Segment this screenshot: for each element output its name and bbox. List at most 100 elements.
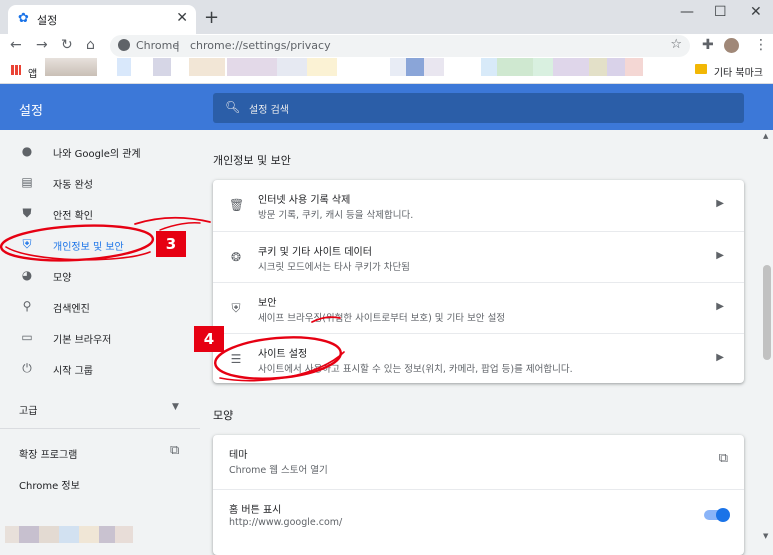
sidebar-item-label: 기본 브라우저: [53, 335, 112, 346]
shield-icon: ⛨: [22, 237, 32, 251]
sidebar-advanced-toggle[interactable]: 고급: [19, 402, 37, 417]
url-text: chrome://settings/privacy: [190, 39, 331, 52]
chevron-right-icon: ▶: [716, 301, 724, 312]
settings-header: 설정 🔍︎ 설정 검색: [0, 84, 773, 130]
step-3-badge: 3: [156, 231, 186, 257]
sidebar-item-label: 검색엔진: [53, 304, 90, 315]
avatar[interactable]: [724, 38, 739, 53]
close-tab-icon[interactable]: ✕: [176, 10, 188, 26]
back-button[interactable]: ←: [10, 37, 22, 53]
address-bar[interactable]: Chrome | chrome://settings/privacy ☆: [110, 35, 690, 57]
shield-check-icon: ⛊: [22, 206, 32, 220]
apps-shortcut[interactable]: 앱: [28, 65, 37, 80]
settings-search-input[interactable]: 🔍︎ 설정 검색: [213, 93, 744, 123]
row-show-home-button[interactable]: 홈 버튼 표시 http://www.google.com/: [213, 489, 744, 544]
origin-label: Chrome: [136, 39, 180, 52]
chevron-right-icon: ▶: [716, 352, 724, 363]
new-tab-button[interactable]: +: [204, 7, 219, 28]
chevron-right-icon: ▶: [716, 198, 724, 209]
sidebar-item-default-browser[interactable]: ▭ 기본 브라우저: [0, 322, 200, 352]
search-placeholder: 설정 검색: [249, 105, 289, 116]
gear-icon: ✿: [18, 11, 29, 26]
row-description: http://www.google.com/: [229, 517, 343, 528]
cookie-icon: ❂: [230, 250, 242, 264]
sidebar: ● 나와 Google의 관계 ▤ 자동 완성 ⛊ 안전 확인 ⛨ 개인정보 및…: [0, 130, 200, 543]
apps-grid-icon: [11, 65, 21, 75]
home-button-toggle[interactable]: [704, 508, 730, 522]
sidebar-item-appearance[interactable]: ◕ 모양: [0, 260, 200, 290]
scroll-down-arrow[interactable]: ▼: [763, 532, 768, 540]
browser-toolbar: ← → ↻ ⌂ Chrome | chrome://settings/priva…: [0, 34, 773, 58]
scrollbar-thumb[interactable]: [763, 265, 771, 360]
menu-icon[interactable]: ⋮: [754, 37, 768, 53]
appearance-section-title: 모양: [213, 409, 234, 422]
row-clear-browsing-data[interactable]: 🗑︎ 인터넷 사용 기록 삭제 방문 기록, 쿠키, 캐시 등을 삭제합니다. …: [213, 180, 744, 231]
forward-button[interactable]: →: [36, 37, 48, 53]
row-title: 인터넷 사용 기록 삭제: [258, 195, 351, 206]
row-title: 보안: [258, 298, 277, 309]
row-title: 테마: [229, 450, 248, 461]
scroll-up-arrow[interactable]: ▲: [763, 132, 768, 140]
home-button[interactable]: ⌂: [86, 37, 95, 53]
sliders-icon: ☰: [230, 352, 242, 366]
sidebar-item-label: 안전 확인: [53, 211, 93, 222]
person-icon: ●: [21, 144, 33, 158]
row-description: 세이프 브라우징(위험한 사이트로부터 보호) 및 기타 보안 설정: [258, 313, 506, 324]
row-description: Chrome 웹 스토어 열기: [229, 465, 328, 476]
sidebar-item-search-engine[interactable]: ⚲ 검색엔진: [0, 291, 200, 321]
scrollbar[interactable]: ▲ ▼: [761, 130, 773, 543]
sidebar-item-label: 개인정보 및 보안: [53, 242, 124, 253]
bookmark-star-icon[interactable]: ☆: [670, 37, 682, 52]
bookmarks-bar: 앱 기타 북마크: [0, 58, 773, 84]
privacy-section-title: 개인정보 및 보안: [213, 154, 291, 167]
window-close-button[interactable]: ✕: [750, 4, 762, 20]
sidebar-item-on-startup[interactable]: ⏻ 시작 그룹: [0, 353, 200, 383]
site-info-icon[interactable]: [118, 39, 130, 51]
sidebar-divider: [0, 428, 200, 429]
row-security[interactable]: ⛨ 보안 세이프 브라우징(위험한 사이트로부터 보호) 및 기타 보안 설정 …: [213, 282, 744, 333]
url-separator: |: [176, 39, 180, 52]
page-title: 설정: [19, 104, 43, 119]
row-cookies[interactable]: ❂ 쿠키 및 기타 사이트 데이터 시크릿 모드에서는 타사 쿠키가 차단됨 ▶: [213, 231, 744, 282]
toggle-knob: [716, 508, 730, 522]
row-site-settings[interactable]: ☰ 사이트 설정 사이트에서 사용하고 표시할 수 있는 정보(위치, 카메라,…: [213, 333, 744, 384]
row-description: 사이트에서 사용하고 표시할 수 있는 정보(위치, 카메라, 팝업 등)를 제…: [258, 364, 573, 375]
open-external-icon[interactable]: ⧉: [719, 451, 728, 466]
other-bookmarks[interactable]: 기타 북마크: [714, 64, 763, 79]
search-icon: ⚲: [22, 299, 32, 313]
step-4-badge: 4: [194, 326, 224, 352]
row-theme[interactable]: 테마 Chrome 웹 스토어 열기 ⧉: [213, 435, 744, 485]
sidebar-item-autofill[interactable]: ▤ 자동 완성: [0, 167, 200, 197]
appearance-card: 테마 Chrome 웹 스토어 열기 ⧉ 홈 버튼 표시 http://www.…: [213, 435, 744, 555]
reload-button[interactable]: ↻: [61, 37, 73, 53]
sidebar-item-label: 모양: [53, 273, 72, 284]
maximize-button[interactable]: ☐: [714, 4, 727, 20]
extensions-icon[interactable]: ✚: [702, 37, 714, 53]
tab-settings[interactable]: ✿ 설정 ✕: [8, 5, 196, 34]
sidebar-item-about-chrome[interactable]: Chrome 정보: [19, 477, 80, 492]
clipboard-icon: ▤: [21, 175, 33, 189]
folder-icon: [695, 64, 707, 74]
sidebar-item-label: 자동 완성: [53, 180, 93, 191]
sidebar-item-safety-check[interactable]: ⛊ 안전 확인: [0, 198, 200, 228]
palette-icon: ◕: [21, 268, 33, 282]
row-title: 사이트 설정: [258, 349, 308, 360]
power-icon: ⏻: [22, 361, 32, 375]
row-title: 홈 버튼 표시: [229, 505, 282, 516]
chevron-right-icon: ▶: [716, 250, 724, 261]
trash-icon: 🗑︎: [229, 198, 245, 212]
blurred-bookmarks: [45, 58, 665, 82]
shield-icon: ⛨: [231, 301, 241, 315]
open-external-icon[interactable]: ⧉: [170, 443, 179, 458]
row-description: 방문 기록, 쿠키, 캐시 등을 삭제합니다.: [258, 210, 414, 221]
chevron-down-icon[interactable]: ▼: [172, 402, 179, 412]
tab-title: 설정: [37, 14, 58, 27]
search-icon: 🔍︎: [225, 100, 241, 114]
privacy-card: 🗑︎ 인터넷 사용 기록 삭제 방문 기록, 쿠키, 캐시 등을 삭제합니다. …: [213, 180, 744, 383]
sidebar-item-you-and-google[interactable]: ● 나와 Google의 관계: [0, 136, 200, 166]
row-description: 시크릿 모드에서는 타사 쿠키가 차단됨: [258, 262, 410, 273]
sidebar-item-extensions[interactable]: 확장 프로그램: [19, 446, 77, 461]
minimize-button[interactable]: —: [680, 4, 694, 20]
sidebar-item-label: 나와 Google의 관계: [53, 149, 141, 160]
sidebar-item-label: 시작 그룹: [53, 366, 93, 377]
